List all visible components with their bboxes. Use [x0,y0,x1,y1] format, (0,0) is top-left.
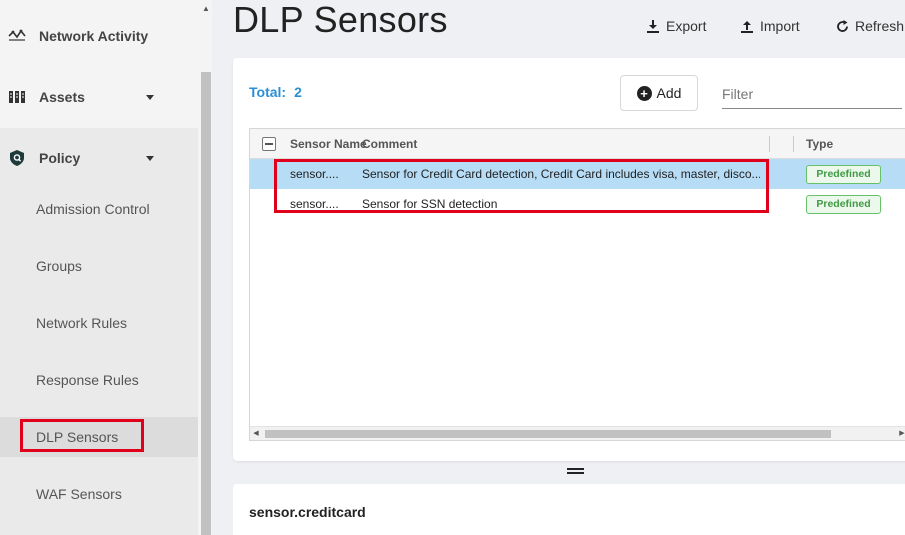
sidebar-item-waf-sensors[interactable]: WAF Sensors [0,474,198,514]
sidebar-item-groups[interactable]: Groups [0,246,198,286]
sidebar-scroll-thumb[interactable] [201,72,211,535]
column-header-sensor-name[interactable]: Sensor Name [290,129,367,159]
add-button[interactable]: + Add [620,75,698,111]
column-divider[interactable] [793,136,794,152]
sidebar-item-response-rules[interactable]: Response Rules [0,360,198,400]
chevron-down-icon [146,94,154,100]
export-button[interactable]: Export [646,15,706,37]
sensors-table: Sensor Name Comment Type sensor.... Sens… [249,128,905,441]
filter-input[interactable] [722,80,902,109]
cell-sensor-name: sensor.... [290,197,339,211]
add-circle-icon: + [636,85,652,101]
sidebar: Network Activity Assets Policy Admission… [0,0,212,535]
import-button[interactable]: Import [740,15,800,37]
total-label: Total: [249,84,287,100]
cell-sensor-name: sensor.... [290,167,339,181]
table-horizontal-scrollbar[interactable]: ◀ ▶ [250,426,905,440]
sidebar-item-label: Policy [39,150,81,166]
table-row[interactable]: sensor.... Sensor for Credit Card detect… [250,159,905,189]
resize-handle-icon[interactable] [567,468,584,476]
horizontal-scroll-thumb[interactable] [265,430,831,438]
network-activity-icon [8,27,26,45]
sidebar-item-dlp-sensors[interactable]: DLP Sensors [0,417,198,457]
status-badge: Predefined [806,195,881,214]
total-count: Total: 2 [249,84,302,100]
column-header-comment[interactable]: Comment [362,129,417,159]
app-root: Network Activity Assets Policy Admission… [0,0,905,535]
sidebar-item-policy[interactable]: Policy [0,138,198,178]
sidebar-item-network-rules[interactable]: Network Rules [0,303,198,343]
status-badge: Predefined [806,165,881,184]
table-row[interactable]: sensor.... Sensor for SSN detection Pred… [250,189,905,219]
refresh-icon [835,19,849,33]
import-label: Import [760,18,800,34]
sidebar-item-assets[interactable]: Assets [0,77,198,117]
sidebar-item-label: DLP Sensors [36,429,119,445]
sidebar-item-label: Admission Control [36,201,150,217]
sensors-card: Total: 2 + Add Sensor Name Comment Type s… [233,58,905,461]
policy-shield-icon [8,149,26,167]
column-header-type[interactable]: Type [806,129,833,159]
page-title: DLP Sensors [233,0,448,40]
cell-comment: Sensor for SSN detection [362,197,498,211]
export-label: Export [666,18,707,34]
download-icon [646,19,660,33]
refresh-label: Refresh [855,18,905,34]
sidebar-item-label: Network Rules [36,315,128,331]
table-header: Sensor Name Comment Type [250,129,905,159]
sidebar-item-network-activity[interactable]: Network Activity [0,16,198,56]
sensor-detail-panel: sensor.creditcard [233,484,905,535]
total-value: 2 [294,84,302,100]
sidebar-item-label: Groups [36,258,82,274]
refresh-button[interactable]: Refresh [835,15,904,37]
sidebar-item-label: WAF Sensors [36,486,122,502]
add-label: Add [656,85,682,101]
column-divider[interactable] [769,136,770,152]
select-all-checkbox[interactable] [262,137,276,151]
chevron-down-icon [146,155,154,161]
assets-icon [8,88,26,106]
upload-icon [740,19,754,33]
sidebar-item-admission-control[interactable]: Admission Control [0,189,198,229]
sidebar-item-label: Response Rules [36,372,139,388]
scroll-left-arrow-icon[interactable]: ◀ [250,427,262,441]
cell-comment: Sensor for Credit Card detection, Credit… [362,167,760,181]
sidebar-item-label: Network Activity [39,28,149,44]
detail-title: sensor.creditcard [249,504,366,520]
scroll-right-arrow-icon[interactable]: ▶ [896,427,905,441]
scroll-up-arrow-icon[interactable]: ▲ [201,3,211,15]
sidebar-item-label: Assets [39,89,85,105]
